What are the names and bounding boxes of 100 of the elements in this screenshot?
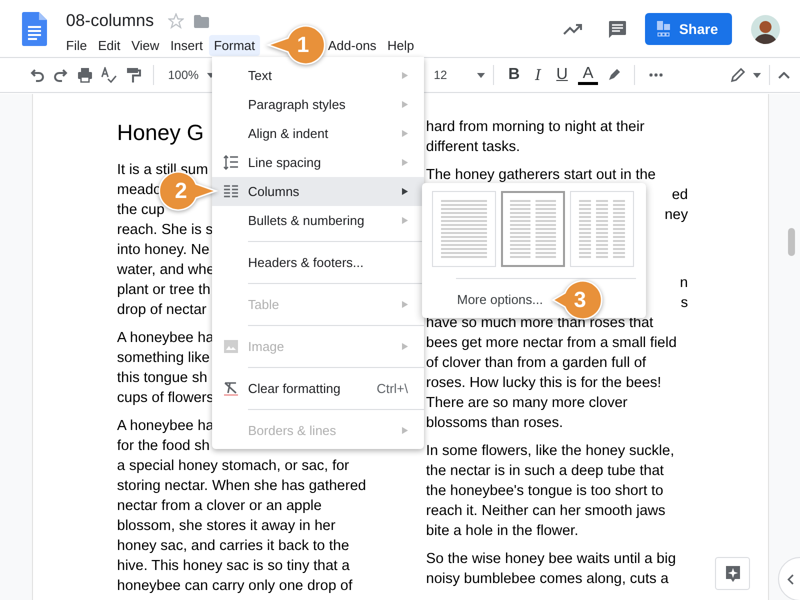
text-line: honey sac, and carries it back to the <box>117 537 350 556</box>
spellcheck-icon[interactable] <box>101 67 117 83</box>
menu-item[interactable]: Headers & footers... <box>212 248 424 277</box>
text-line: n <box>680 275 688 291</box>
share-button[interactable]: Share <box>645 13 732 45</box>
submenu-arrow-icon <box>402 188 408 195</box>
more-options-item[interactable]: More options... <box>457 292 543 307</box>
menu-item-label: Headers & footers... <box>248 255 364 270</box>
menu-bar-item[interactable]: Help <box>382 35 420 56</box>
menu-item-label: Columns <box>248 184 300 199</box>
text-line: cups of flowers <box>117 389 214 408</box>
text-line: for the food sh <box>117 437 210 456</box>
text-line: something like <box>117 349 210 368</box>
submenu-arrow-icon <box>402 343 408 350</box>
menu-item-label: Bullets & numbering <box>248 213 364 228</box>
menu-bar-item[interactable]: Format <box>208 35 260 56</box>
menu-bar-item[interactable]: File <box>61 35 92 56</box>
docs-logo-icon[interactable] <box>22 12 47 46</box>
text-line: bees get more nectar from a small field <box>426 334 677 353</box>
undo-icon[interactable] <box>29 67 45 83</box>
menu-bar-item[interactable]: View <box>126 35 164 56</box>
menu-item-label: Borders & lines <box>248 423 336 438</box>
text-line: reach. She is s <box>117 221 213 240</box>
submenu-arrow-icon <box>402 101 408 108</box>
text-line: So the wise honey bee waits until a big <box>426 550 676 569</box>
text-line: bite a hole in the flower. <box>426 522 578 541</box>
text-line: ed <box>672 187 688 203</box>
submenu-arrow-icon <box>402 217 408 224</box>
text-line: ney <box>664 207 688 223</box>
font-size-dropdown[interactable]: 12 <box>434 68 448 82</box>
print-icon[interactable] <box>77 67 93 83</box>
text-line: storing nectar. When she has gathered <box>117 477 366 496</box>
menu-item[interactable]: Align & indent <box>212 119 424 148</box>
column-layout-option[interactable] <box>501 191 565 267</box>
clear-formatting-icon <box>223 381 239 396</box>
scrollbar-thumb[interactable] <box>788 228 795 256</box>
text-line: In some flowers, like the honey suckle, <box>426 442 674 461</box>
text-line: different tasks. <box>426 138 520 157</box>
text-line: the cup <box>117 201 165 220</box>
text-line: reach it. Neither can her smooth jaws <box>426 502 666 521</box>
submenu-arrow-icon <box>402 301 408 308</box>
text-line: There are so many more clover <box>426 394 628 413</box>
image-icon <box>223 339 239 354</box>
submenu-arrow-icon <box>402 130 408 137</box>
text-line: the nectar is in such a deep tube that <box>426 462 664 481</box>
paint-format-icon[interactable] <box>125 67 141 83</box>
menu-item-label: Image <box>248 339 284 354</box>
menu-item[interactable]: Columns <box>212 177 424 206</box>
zoom-dropdown[interactable]: 100% <box>168 68 199 82</box>
menu-bar-item[interactable]: Insert <box>165 35 208 56</box>
menu-item-label: Paragraph styles <box>248 97 346 112</box>
menu-item[interactable]: Text <box>212 61 424 90</box>
more-icon[interactable] <box>649 73 664 77</box>
menu-item-label: Clear formatting <box>248 381 340 396</box>
shortcut-label: Ctrl+\ <box>376 381 408 396</box>
text-line: blossom, she stores it away in her <box>117 517 336 536</box>
explore-icon <box>724 564 740 582</box>
text-line: plant or tree th <box>117 281 210 300</box>
folder-icon[interactable] <box>194 14 209 28</box>
menu-item[interactable]: Paragraph styles <box>212 90 424 119</box>
underline-button[interactable]: U <box>551 66 574 84</box>
highlighter-icon[interactable] <box>606 67 622 83</box>
document-title[interactable]: 08-columns <box>66 11 154 31</box>
menu-bar-item[interactable]: Add-ons <box>323 35 382 56</box>
submenu-arrow-icon <box>402 427 408 434</box>
text-line: nectar from a clover or an apple <box>117 497 322 516</box>
submenu-arrow-icon <box>402 72 408 79</box>
text-line: of clover than from a garden full of <box>426 354 646 373</box>
star-icon[interactable] <box>168 13 184 29</box>
collapse-icon[interactable] <box>778 72 790 78</box>
document-heading: Honey G <box>117 119 204 147</box>
text-line: honeybee can carry only one drop of <box>117 577 352 596</box>
share-icon <box>657 21 672 37</box>
caret-icon[interactable] <box>477 72 486 78</box>
text-line: a special honey stomach, or sac, for <box>117 457 350 476</box>
avatar-icon[interactable] <box>751 14 780 44</box>
text-line: noisy bumblebee comes along, cuts a <box>426 570 669 589</box>
text-line: drop of nectar <box>117 301 206 320</box>
text-line: blossoms than roses. <box>426 414 564 433</box>
italic-button[interactable]: I <box>527 66 550 84</box>
text-line: roses. How lucky this is for the bees! <box>426 374 662 393</box>
trend-icon[interactable] <box>563 22 584 36</box>
line-spacing-icon <box>223 155 239 170</box>
redo-icon[interactable] <box>53 67 69 83</box>
menu-bar-item[interactable]: Edit <box>92 35 126 56</box>
comment-icon[interactable] <box>608 20 628 38</box>
chevron-left-icon <box>787 574 794 584</box>
menu-item-label: Text <box>248 68 272 83</box>
text-line: s <box>680 295 688 311</box>
explore-button[interactable] <box>715 557 750 590</box>
menu-item-label: Table <box>248 297 280 312</box>
text-color-button[interactable]: A <box>582 66 594 82</box>
text-line: the honeybee's tongue is too short to <box>426 482 664 501</box>
columns-icon <box>223 184 239 199</box>
caret-icon[interactable] <box>753 72 761 78</box>
menu-item[interactable]: Clear formatting Ctrl+\ <box>212 374 424 403</box>
text-line: this tongue sh <box>117 369 208 388</box>
text-line: hard from morning to night at their <box>426 118 644 137</box>
bold-button[interactable]: B <box>503 66 526 84</box>
pencil-icon[interactable] <box>730 68 745 82</box>
